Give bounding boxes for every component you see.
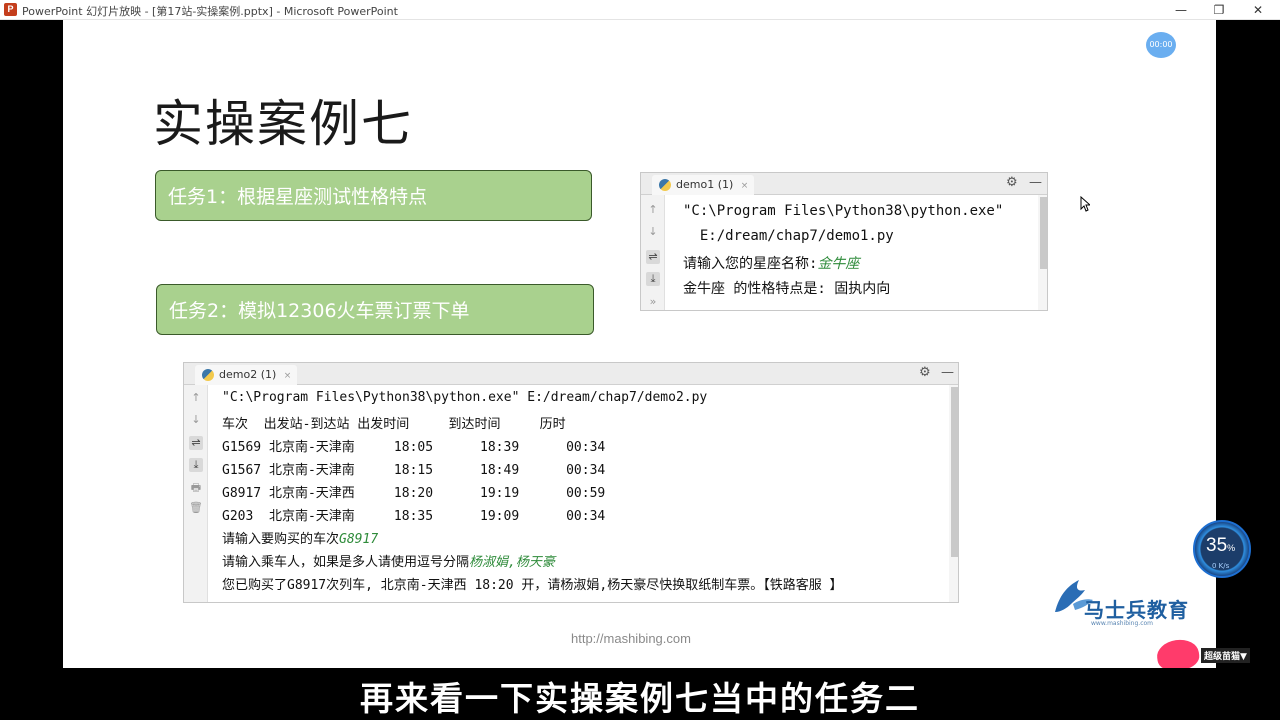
minimize-panel-icon[interactable]: — [941,365,954,380]
print-icon[interactable]: 🖶 [189,481,203,495]
mouse-cursor-icon [1080,196,1090,212]
network-gauge[interactable]: 35% 0 K/s [1193,520,1251,578]
badge-text: 超级苗猫▼ [1201,648,1250,663]
console-input-line: 请输入您的星座名称:金牛座 [683,253,859,273]
demo2-gutter: ↑ ↓ ⇌ ⤓ 🖶 🗑 [184,385,208,602]
restore-button[interactable]: ❐ [1201,0,1237,20]
footer-url: http://mashibing.com [571,631,691,646]
demo2-run-panel: demo2 (1) × ⚙ — ↑ ↓ ⇌ ⤓ 🖶 🗑 "C:\Program … [183,362,959,603]
logo-subtext: www.mashibing.com [1091,620,1154,627]
recording-timer[interactable]: 00:00 [1146,32,1176,58]
table-row: G8917 北京南-天津西 18:20 19:19 00:59 [222,486,606,501]
console-result: 金牛座 的性格特点是: 固执内向 [683,281,891,297]
console-input-line: 请输入要购买的车次G8917 [222,528,378,547]
demo1-gutter: ↑ ↓ ⇌ ⤓ » [641,195,665,310]
console-prompt: 请输入乘车人，如果是多人请使用逗号分隔 [222,555,470,570]
table-row: G1567 北京南-天津南 18:15 18:49 00:34 [222,463,606,478]
powerpoint-icon: P [4,3,17,16]
tab-close-icon[interactable]: × [741,181,749,191]
python-icon [659,179,671,191]
close-button[interactable]: ✕ [1240,0,1276,20]
demo2-tab-label: demo2 (1) [219,368,277,381]
scroll-to-end-icon[interactable]: ⤓ [646,272,660,286]
demo1-tab-label: demo1 (1) [676,178,734,191]
console-user-input: 金牛座 [817,256,860,272]
demo2-scrollbar[interactable] [951,387,958,557]
minimize-panel-icon[interactable]: — [1029,175,1042,190]
task1-box: 任务1：根据星座测试性格特点 [155,170,592,221]
task2-box: 任务2：模拟12306火车票订票下单 [156,284,594,335]
scroll-up-icon[interactable]: ↑ [646,203,660,217]
gear-icon[interactable]: ⚙ [1006,175,1018,190]
trash-icon[interactable]: 🗑 [189,501,203,515]
window-titlebar: P PowerPoint 幻灯片放映 - [第17站-实操案例.pptx] - … [0,0,1280,20]
python-icon [202,369,214,381]
logo-text: 马士兵教育 [1084,598,1189,622]
console-prompt: 请输入要购买的车次 [222,532,340,547]
console-command-path: E:/dream/chap7/demo1.py [683,228,894,244]
tab-close-icon[interactable]: × [284,371,292,381]
console-result: 您已购买了G8917次列车, 北京南-天津西 18:20 开，请杨淑娟,杨天豪尽… [222,578,843,593]
scroll-down-icon[interactable]: ↓ [189,413,203,427]
demo1-console: "C:\Program Files\Python38\python.exe" E… [665,195,1039,310]
corner-badge: 超级苗猫▼ [1155,636,1250,673]
mashibing-logo: 马士兵教育 www.mashibing.com [1049,572,1199,632]
slide-title: 实操案例七 [153,95,413,153]
demo2-console: "C:\Program Files\Python38\python.exe" E… [208,385,950,602]
gauge-percent: 35 [1206,535,1228,556]
console-command: "C:\Program Files\Python38\python.exe" [683,203,1004,219]
video-subtitle: 再来看一下实操案例七当中的任务二 [360,679,920,718]
demo2-tabbar: demo2 (1) × ⚙ — [184,363,958,385]
console-input-line: 请输入乘车人，如果是多人请使用逗号分隔杨淑娟,杨天豪 [222,551,555,570]
table-row: G203 北京南-天津南 18:35 19:09 00:34 [222,509,606,524]
window-title: PowerPoint 幻灯片放映 - [第17站-实操案例.pptx] - Mi… [22,5,398,18]
gauge-speed: 0 K/s [1212,562,1230,570]
console-prompt: 请输入您的星座名称: [683,256,818,272]
console-command: "C:\Program Files\Python38\python.exe" E… [222,390,708,405]
more-icon[interactable]: » [646,295,660,309]
demo2-tab[interactable]: demo2 (1) × [195,365,298,385]
left-letterbox [0,20,63,668]
table-header: 车次 出发站-到达站 出发时间 到达时间 历时 [222,417,566,432]
slide-canvas: 00:00 实操案例七 任务1：根据星座测试性格特点 任务2：模拟12306火车… [63,20,1216,668]
scroll-up-icon[interactable]: ↑ [189,391,203,405]
console-user-input: G8917 [339,532,379,547]
minimize-button[interactable]: — [1163,0,1199,20]
scroll-down-icon[interactable]: ↓ [646,225,660,239]
gauge-percent-sign: % [1227,543,1236,553]
console-user-input: 杨淑娟,杨天豪 [469,555,555,570]
demo1-run-panel: demo1 (1) × ⚙ — ↑ ↓ ⇌ ⤓ » "C:\Program Fi… [640,172,1048,311]
table-row: G1569 北京南-天津南 18:05 18:39 00:34 [222,440,606,455]
demo1-scrollbar[interactable] [1040,197,1047,269]
soft-wrap-icon[interactable]: ⇌ [646,250,660,264]
gauge-percent-display: 35% [1206,535,1235,557]
gear-icon[interactable]: ⚙ [919,365,931,380]
demo1-tab[interactable]: demo1 (1) × [652,175,755,195]
scroll-to-end-icon[interactable]: ⤓ [189,458,203,472]
demo1-tabbar: demo1 (1) × ⚙ — [641,173,1047,195]
soft-wrap-icon[interactable]: ⇌ [189,436,203,450]
